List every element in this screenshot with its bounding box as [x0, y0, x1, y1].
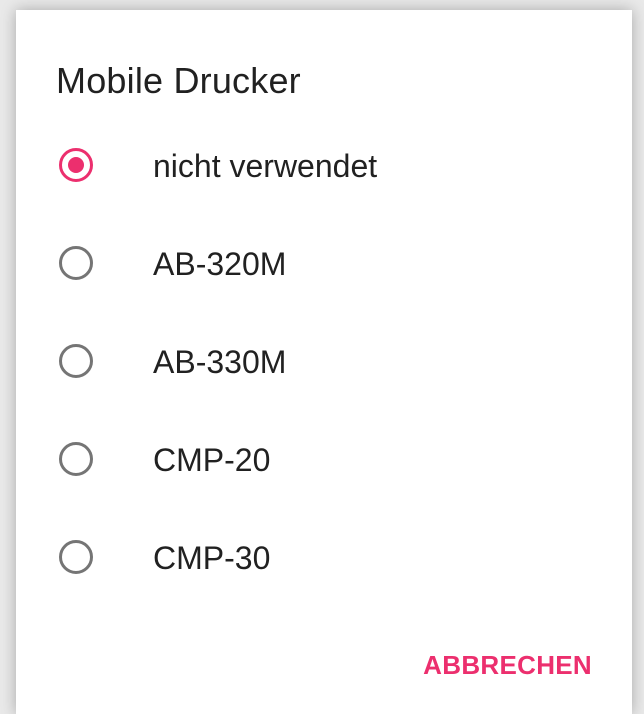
option-label: CMP-30	[153, 540, 271, 576]
option-ab-330m[interactable]: AB-330M	[16, 314, 632, 412]
option-label: nicht verwendet	[153, 148, 378, 184]
option-cmp-20[interactable]: CMP-20	[16, 412, 632, 510]
printer-selection-dialog: Mobile Drucker nicht verwendet AB-320M A…	[16, 10, 632, 714]
radio-unchecked-icon[interactable]	[59, 246, 93, 280]
radio-unchecked-icon[interactable]	[59, 344, 93, 378]
dialog-actions: ABBRECHEN	[423, 650, 592, 681]
option-nicht-verwendet[interactable]: nicht verwendet	[16, 118, 632, 216]
cancel-button[interactable]: ABBRECHEN	[423, 650, 592, 681]
dialog-title: Mobile Drucker	[56, 60, 301, 101]
radio-unchecked-icon[interactable]	[59, 540, 93, 574]
radio-unchecked-icon[interactable]	[59, 442, 93, 476]
option-label: AB-320M	[153, 246, 287, 282]
option-label: AB-330M	[153, 344, 287, 380]
option-label: CMP-20	[153, 442, 271, 478]
printer-options-list: nicht verwendet AB-320M AB-330M CMP-20 C…	[16, 118, 632, 608]
radio-checked-icon[interactable]	[59, 148, 93, 182]
option-ab-320m[interactable]: AB-320M	[16, 216, 632, 314]
option-cmp-30[interactable]: CMP-30	[16, 510, 632, 608]
